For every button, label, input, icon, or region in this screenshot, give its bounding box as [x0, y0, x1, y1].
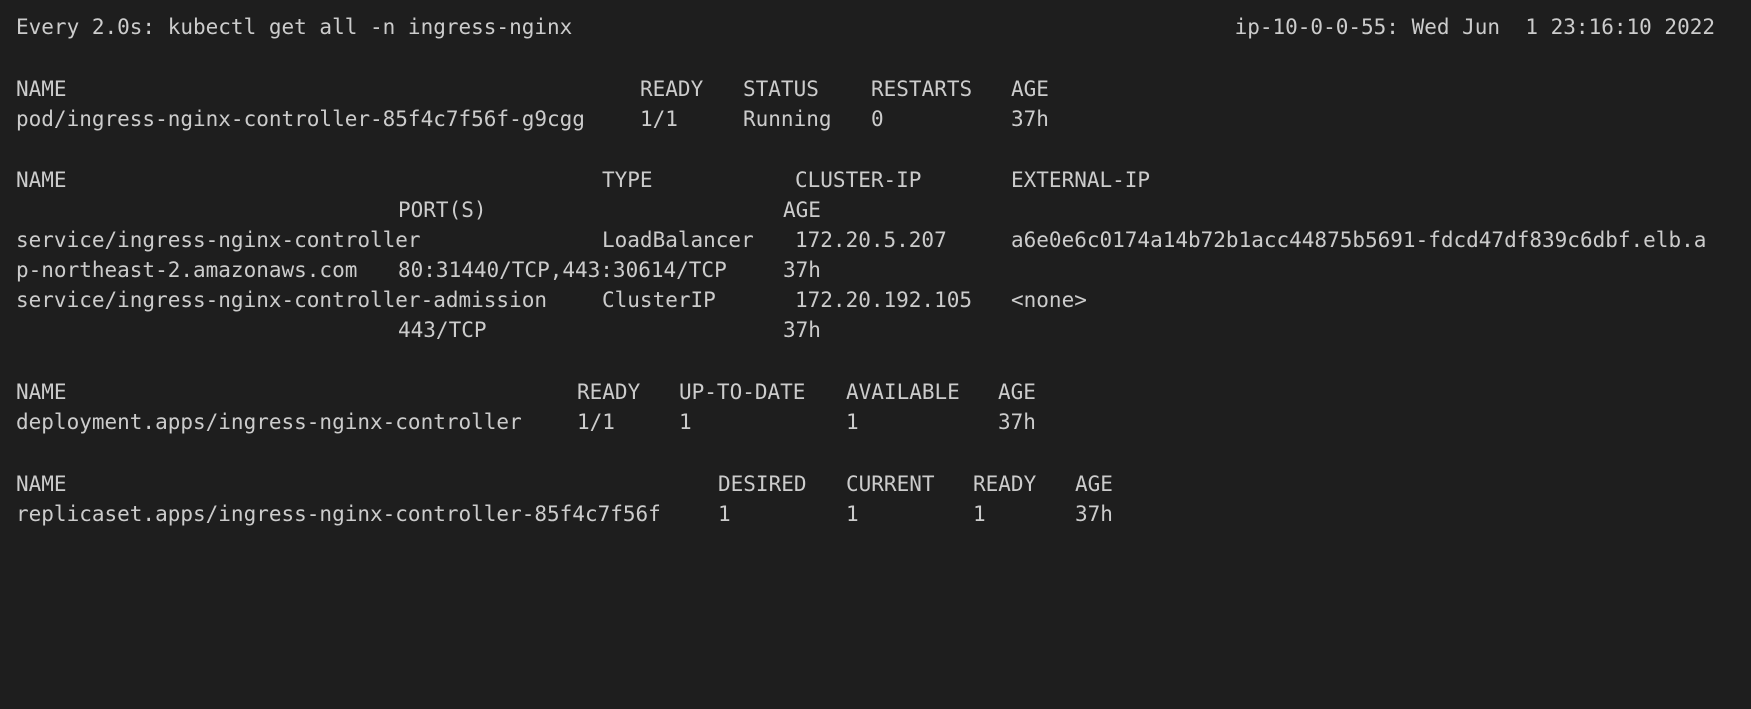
- col-header: READY: [640, 77, 704, 101]
- service-row-wrap: 443/TCP 37h: [16, 315, 1735, 345]
- replicaset-current: 1: [846, 502, 859, 526]
- col-header: AGE: [998, 380, 1036, 404]
- service-type: LoadBalancer: [602, 228, 754, 252]
- pod-name: pod/ingress-nginx-controller-85f4c7f56f-…: [16, 107, 585, 131]
- service-name: service/ingress-nginx-controller: [16, 228, 421, 252]
- service-row-wrap: p-northeast-2.amazonaws.com 80:31440/TCP…: [16, 255, 1735, 285]
- service-row: service/ingress-nginx-controller-admissi…: [16, 285, 1735, 315]
- col-header: NAME: [16, 472, 67, 496]
- service-external-ip: a6e0e6c0174a14b72b1acc44875b5691-fdcd47d…: [1011, 228, 1707, 252]
- col-header: READY: [973, 472, 1037, 496]
- service-age: 37h: [783, 318, 821, 342]
- pod-ready: 1/1: [640, 107, 678, 131]
- col-header: UP-TO-DATE: [679, 380, 806, 404]
- watch-host-timestamp: ip-10-0-0-55: Wed Jun 1 23:16:10 2022: [1234, 15, 1715, 39]
- col-header: AGE: [1075, 472, 1113, 496]
- col-header: NAME: [16, 168, 67, 192]
- deployment-up-to-date: 1: [679, 410, 692, 434]
- col-header: READY: [577, 380, 641, 404]
- pod-restarts: 0: [871, 107, 884, 131]
- service-age: 37h: [783, 258, 821, 282]
- col-header: TYPE: [602, 168, 653, 192]
- col-header: AGE: [1011, 77, 1049, 101]
- service-external-ip-wrap: p-northeast-2.amazonaws.com: [16, 258, 358, 282]
- col-header: RESTARTS: [871, 77, 973, 101]
- col-header: NAME: [16, 380, 67, 404]
- replicaset-ready: 1: [973, 502, 986, 526]
- col-header: STATUS: [743, 77, 819, 101]
- service-name: service/ingress-nginx-controller-admissi…: [16, 288, 548, 312]
- col-header: CURRENT: [846, 472, 935, 496]
- pod-row: pod/ingress-nginx-controller-85f4c7f56f-…: [16, 104, 1735, 134]
- col-header: AGE: [783, 198, 821, 222]
- service-cluster-ip: 172.20.5.207: [795, 228, 947, 252]
- services-header-row: NAME TYPE CLUSTER-IP EXTERNAL-IP: [16, 165, 1735, 195]
- terminal-window[interactable]: Every 2.0s: kubectl get all -n ingress-n…: [0, 0, 1751, 573]
- service-external-ip: <none>: [1011, 288, 1087, 312]
- service-type: ClusterIP: [602, 288, 716, 312]
- pod-age: 37h: [1011, 107, 1049, 131]
- service-ports: 443/TCP: [398, 318, 487, 342]
- services-header-row-wrap: PORT(S) AGE: [16, 195, 1735, 225]
- col-header: PORT(S): [398, 198, 487, 222]
- deployment-row: deployment.apps/ingress-nginx-controller…: [16, 407, 1735, 437]
- col-header: EXTERNAL-IP: [1011, 168, 1151, 192]
- pod-status: Running: [743, 107, 832, 131]
- service-ports: 80:31440/TCP,443:30614/TCP: [398, 258, 727, 282]
- deployment-age: 37h: [998, 410, 1036, 434]
- deployment-available: 1: [846, 410, 859, 434]
- replicaset-desired: 1: [718, 502, 731, 526]
- service-cluster-ip: 172.20.192.105: [795, 288, 973, 312]
- deployment-name: deployment.apps/ingress-nginx-controller: [16, 410, 522, 434]
- replicasets-header-row: NAME DESIRED CURRENT READY AGE: [16, 469, 1735, 499]
- col-header: CLUSTER-IP: [795, 168, 922, 192]
- replicaset-age: 37h: [1075, 502, 1113, 526]
- replicaset-row: replicaset.apps/ingress-nginx-controller…: [16, 499, 1735, 529]
- deployments-header-row: NAME READY UP-TO-DATE AVAILABLE AGE: [16, 377, 1735, 407]
- col-header: AVAILABLE: [846, 380, 960, 404]
- pods-header-row: NAME READY STATUS RESTARTS AGE: [16, 74, 1735, 104]
- service-row: service/ingress-nginx-controller LoadBal…: [16, 225, 1735, 255]
- replicaset-name: replicaset.apps/ingress-nginx-controller…: [16, 502, 661, 526]
- col-header: DESIRED: [718, 472, 807, 496]
- watch-header: Every 2.0s: kubectl get all -n ingress-n…: [16, 12, 1735, 42]
- col-header: NAME: [16, 77, 67, 101]
- deployment-ready: 1/1: [577, 410, 615, 434]
- watch-command: Every 2.0s: kubectl get all -n ingress-n…: [16, 15, 573, 39]
